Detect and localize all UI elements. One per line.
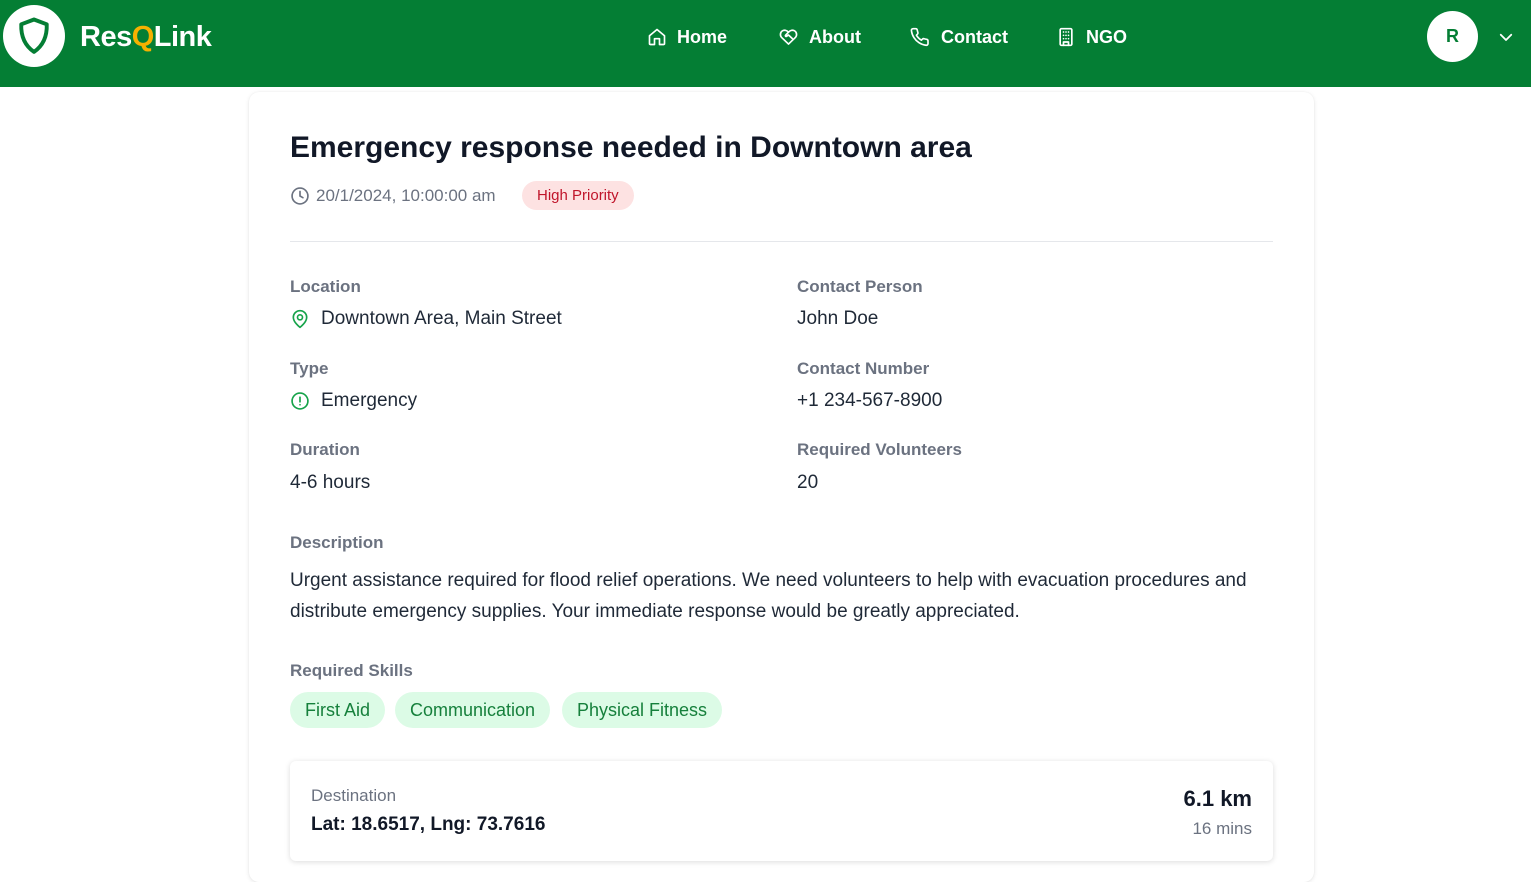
home-icon	[648, 28, 666, 46]
priority-badge: High Priority	[522, 181, 634, 210]
contact-number-value: +1 234-567-8900	[797, 390, 943, 411]
duration-value: 4-6 hours	[290, 472, 371, 493]
clock-icon	[291, 187, 309, 205]
request-datetime: 20/1/2024, 10:00:00 am	[290, 184, 496, 208]
destination-time: 16 mins	[1192, 819, 1252, 838]
skill-chip: Physical Fitness	[562, 692, 723, 728]
nav-about-label: About	[809, 26, 861, 47]
nav-contact-label: Contact	[941, 26, 1008, 47]
skills-label: Required Skills	[290, 661, 413, 680]
destination-label: Destination	[311, 786, 397, 805]
duration-label: Duration	[290, 440, 360, 459]
brand-suffix: Link	[153, 21, 212, 53]
chevron-down-icon[interactable]	[1497, 28, 1515, 46]
required-volunteers-value: 20	[797, 472, 819, 493]
map-pin-icon	[292, 309, 308, 329]
nav-home[interactable]: Home	[647, 24, 727, 50]
skill-chip: First Aid	[290, 692, 386, 728]
description-text: Urgent assistance required for flood rel…	[290, 570, 1247, 622]
nav-contact[interactable]: Contact	[910, 24, 1008, 50]
location-label: Location	[290, 277, 361, 296]
brand-q: Q	[131, 21, 155, 53]
shield-icon	[19, 17, 49, 54]
phone-icon	[910, 27, 929, 47]
user-avatar[interactable]: R	[1427, 11, 1478, 62]
required-volunteers-label: Required Volunteers	[797, 440, 962, 459]
datetime-text: 20/1/2024, 10:00:00 am	[316, 186, 496, 205]
contact-person-label: Contact Person	[797, 277, 923, 296]
destination-distance: 6.1 km	[1183, 786, 1253, 811]
skill-chip: Communication	[395, 692, 551, 728]
heart-handshake-icon	[779, 29, 798, 45]
contact-person-value: John Doe	[797, 308, 879, 329]
building-icon	[1059, 27, 1073, 47]
location-value: Downtown Area, Main Street	[290, 306, 562, 332]
type-value: Emergency	[290, 388, 417, 414]
type-label: Type	[290, 359, 329, 378]
contact-number-label: Contact Number	[797, 359, 930, 378]
divider	[290, 241, 1273, 242]
description-label: Description	[290, 533, 384, 552]
type-text: Emergency	[321, 390, 418, 411]
location-text: Downtown Area, Main Street	[321, 308, 562, 329]
top-navbar: ResQLink Home About Contact NGO R	[0, 0, 1531, 87]
logo[interactable]	[3, 5, 65, 67]
nav-ngo-label: NGO	[1086, 26, 1128, 47]
brand-name[interactable]: ResQLink	[80, 19, 212, 55]
nav-about[interactable]: About	[778, 24, 861, 50]
destination-coords: Lat: 18.6517, Lng: 73.7616	[311, 814, 546, 835]
nav-ngo[interactable]: NGO	[1056, 24, 1127, 50]
alert-circle-icon	[291, 392, 309, 410]
nav-home-label: Home	[677, 26, 728, 47]
destination-panel	[290, 761, 1273, 861]
brand-prefix: Res	[80, 21, 132, 53]
request-title: Emergency response needed in Downtown ar…	[290, 131, 972, 164]
